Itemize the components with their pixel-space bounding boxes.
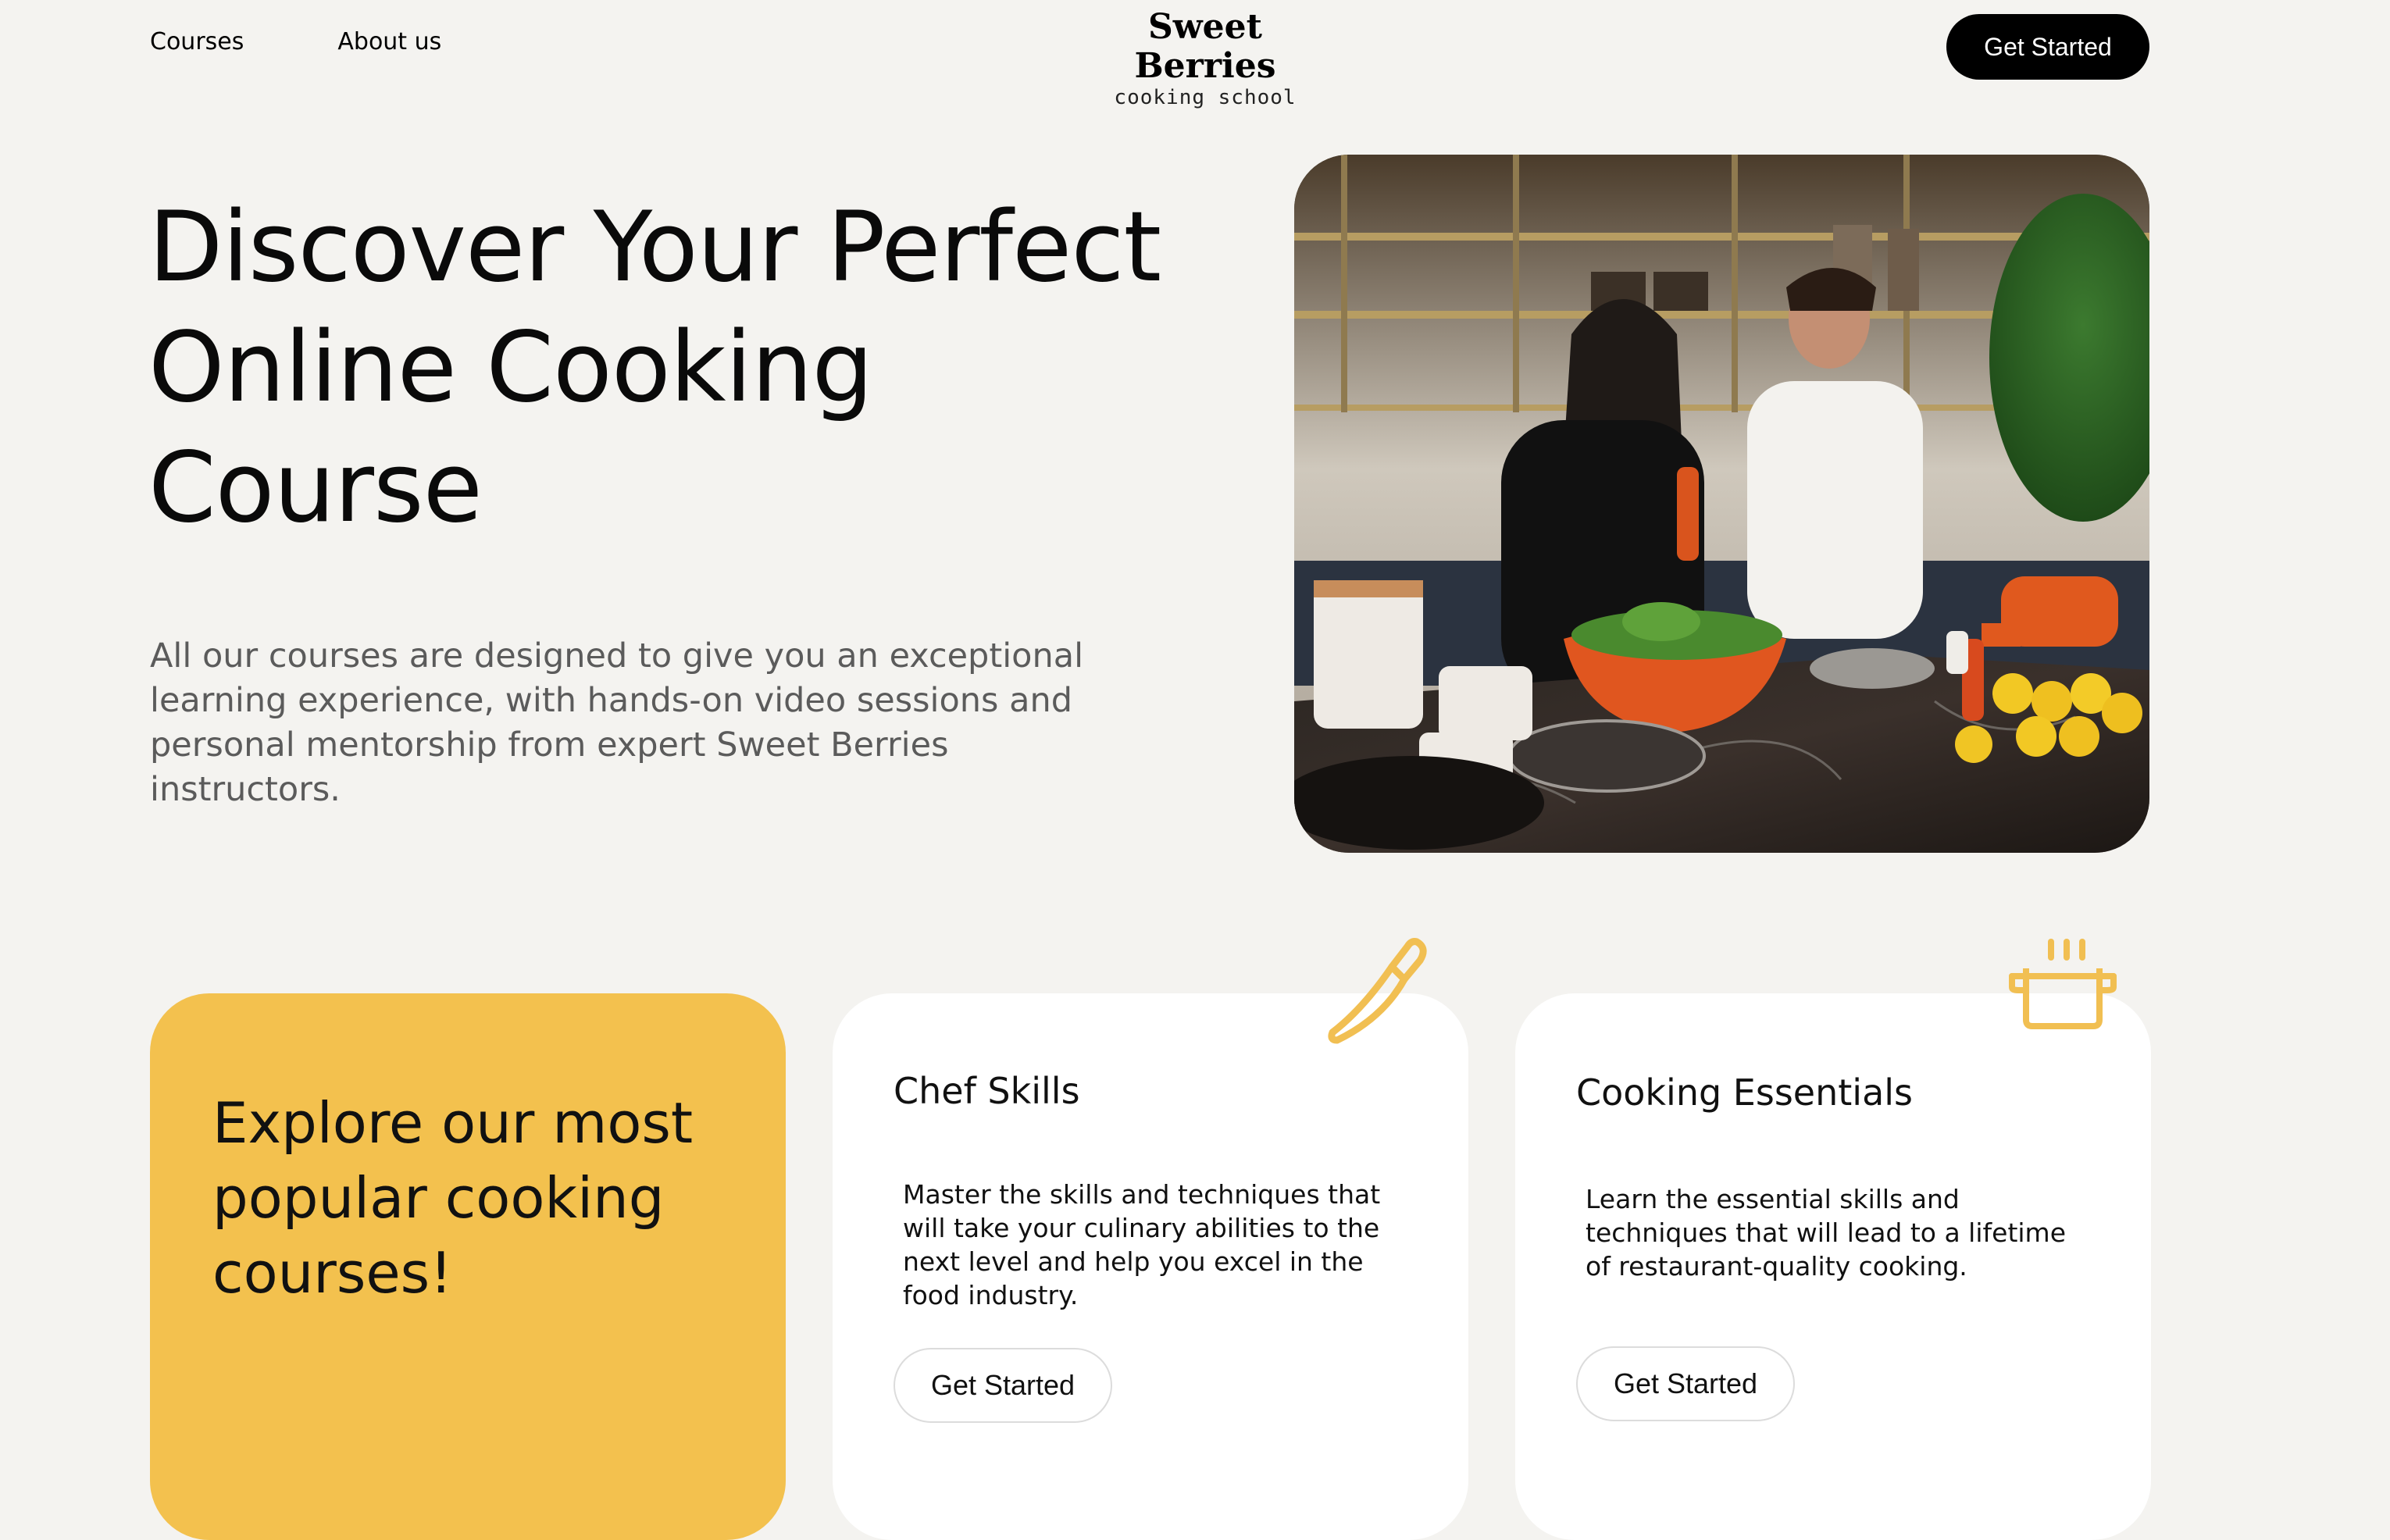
- course-card-description: Learn the essential skills and technique…: [1586, 1184, 2066, 1282]
- hero-image: [1294, 155, 2149, 853]
- course-card-description: Master the skills and techniques that wi…: [903, 1179, 1381, 1310]
- chef-skills-get-started-button[interactable]: Get Started: [894, 1348, 1112, 1423]
- main-nav: Courses About us: [150, 28, 441, 55]
- header-get-started-button[interactable]: Get Started: [1946, 14, 2149, 80]
- logo-title: Sweet Berries: [1134, 7, 1276, 86]
- course-card-cooking-essentials: Cooking Essentials Learn the essential s…: [1515, 993, 2151, 1540]
- course-card-title: Chef Skills: [894, 1070, 1080, 1112]
- hero-description: All our courses are designed to give you…: [150, 636, 1084, 809]
- promo-heading: Explore our most popular cooking courses…: [212, 1090, 694, 1306]
- knife-icon: [1328, 938, 1427, 1044]
- hero-title: Discover Your Perfect Online Cooking Cou…: [148, 191, 1161, 544]
- cooking-essentials-get-started-button[interactable]: Get Started: [1576, 1346, 1795, 1421]
- course-card-chef-skills: Chef Skills Master the skills and techni…: [833, 993, 1468, 1540]
- pot-icon: [2009, 939, 2117, 1029]
- nav-link-courses[interactable]: Courses: [150, 28, 244, 55]
- course-card-title: Cooking Essentials: [1576, 1071, 1914, 1114]
- logo[interactable]: Sweet Berries cooking school: [1079, 7, 1331, 110]
- logo-subtitle: cooking school: [1114, 86, 1297, 109]
- promo-card: Explore our most popular cooking courses…: [150, 993, 786, 1540]
- nav-link-about-us[interactable]: About us: [337, 28, 441, 55]
